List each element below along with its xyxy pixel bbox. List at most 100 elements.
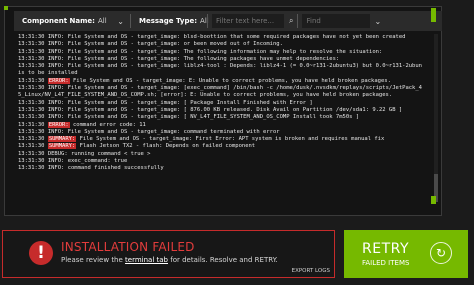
search-icon: ⌕ [289, 16, 294, 25]
log-level: DEBUG: [47, 150, 68, 157]
log-text: command error code: 11 [73, 121, 146, 128]
log-text: running command < true > [71, 150, 151, 157]
text-filter-group: ⌕ [208, 11, 297, 31]
log-timestamp: 13:31:30 [18, 136, 48, 143]
install-failed-panel: ! INSTALLATION FAILED Please review the … [2, 230, 335, 278]
message-suffix: for details. Resolve and RETRY. [170, 256, 278, 264]
find-input[interactable] [302, 14, 371, 28]
terminal-log: 13:31:30 INFO: File System and OS - targ… [18, 34, 422, 202]
log-text: File System and OS - target_image: [ NV_… [67, 114, 360, 121]
text-filter-input[interactable] [212, 14, 284, 28]
log-text: File System and OS - target_image: The f… [67, 55, 340, 62]
log-level: INFO: [47, 48, 65, 55]
find-group: ⌄ [298, 11, 381, 31]
chevron-down-icon: ⌄ [117, 16, 124, 26]
corner-accent [4, 6, 8, 10]
install-failed-message: Please review the terminal tab for detai… [61, 256, 278, 264]
log-timestamp: 13:31:30 [18, 106, 48, 113]
log-line: 13:31:30 INFO: File System and OS - targ… [18, 85, 422, 92]
log-text: File System and OS - target_image: E: Un… [73, 77, 391, 84]
log-line: 13:31:30 SUMMARY: File System and OS - t… [18, 136, 422, 143]
log-level: INFO: [47, 63, 65, 70]
log-text: File System and OS - target_image: First… [79, 136, 385, 143]
log-text: File System and OS - target_image: liblz… [67, 63, 422, 70]
log-timestamp: 13:31:30 [18, 99, 48, 106]
log-timestamp: 13:31:30 [18, 48, 48, 55]
log-level: INFO: [47, 34, 65, 40]
log-level: INFO: [47, 128, 65, 135]
export-logs-link[interactable]: EXPORT LOGS [292, 268, 330, 274]
log-text: File System and OS - target_image: or be… [67, 41, 283, 48]
corner-accent [431, 196, 436, 204]
log-text: File System and OS - target_image: [exec… [67, 85, 422, 92]
log-timestamp: 13:31:30 [18, 165, 48, 172]
component-filter-label: Component Name: [22, 17, 95, 25]
log-line: 13:31:30 DEBUG: running command < true > [18, 151, 422, 158]
error-icon: ! [29, 241, 53, 265]
component-filter[interactable]: Component Name: All ⌄ [14, 11, 130, 31]
log-level: INFO: [47, 99, 65, 106]
log-level: INFO: [47, 114, 65, 121]
log-text: Flash Jetson TX2 - flash: Depends on fai… [79, 143, 256, 150]
log-timestamp: 13:31:30 [18, 158, 48, 165]
log-text: 5_Linux/NV_L4T_FILE_SYSTEM_AND_OS_COMP.s… [18, 92, 393, 99]
log-level: ERROR: [47, 121, 70, 128]
log-timestamp: 13:31:30 [18, 128, 48, 135]
log-timestamp: 13:31:30 [18, 55, 48, 62]
retry-sublabel: FAILED ITEMS [362, 259, 410, 267]
log-level: ERROR: [47, 77, 70, 84]
log-timestamp: 13:31:30 [18, 77, 48, 84]
log-level: SUMMARY: [47, 143, 77, 150]
log-timestamp: 13:31:30 [18, 121, 48, 128]
message-prefix: Please review the [61, 256, 123, 264]
component-filter-value: All [97, 17, 107, 25]
log-level: INFO: [47, 85, 65, 92]
log-text: command finished successfully [67, 165, 164, 172]
log-timestamp: 13:31:30 [18, 63, 48, 70]
log-text: File System and OS - target_image: The f… [67, 48, 383, 55]
log-line: is to be installed [18, 70, 422, 77]
log-line: 13:31:30 INFO: exec_command: true [18, 158, 422, 165]
log-timestamp: 13:31:30 [18, 85, 48, 92]
log-text: exec_command: true [67, 158, 128, 165]
log-text: is to be installed [18, 70, 78, 77]
log-level: SUMMARY: [47, 136, 77, 143]
log-line: 13:31:30 INFO: command finished successf… [18, 165, 422, 172]
retry-label: RETRY [362, 241, 410, 257]
log-timestamp: 13:31:30 [18, 41, 48, 48]
log-line: 13:31:30 SUMMARY: Flash Jetson TX2 - fla… [18, 143, 422, 150]
log-line: 13:31:30 INFO: File System and OS - targ… [18, 56, 422, 63]
log-text: File System and OS - target_image: [ 876… [67, 106, 403, 113]
log-text: File System and OS - target_image: comma… [67, 128, 280, 135]
log-level: INFO: [47, 106, 65, 113]
log-timestamp: 13:31:30 [18, 114, 48, 121]
log-scrollbar[interactable] [434, 34, 438, 202]
log-text: File System and OS - target_image: blsd-… [67, 34, 406, 40]
log-line: 13:31:30 INFO: File System and OS - targ… [18, 49, 422, 56]
log-line: 13:31:30 INFO: File System and OS - targ… [18, 107, 422, 114]
refresh-icon: ↻ [430, 242, 452, 264]
log-line: 13:31:30 INFO: File System and OS - targ… [18, 129, 422, 136]
log-text: File System and OS - target_image: [ Pac… [67, 99, 313, 106]
log-timestamp: 13:31:30 [18, 143, 48, 150]
log-timestamp: 13:31:30 [18, 150, 48, 157]
terminal-tab-link[interactable]: terminal tab [125, 256, 168, 264]
log-line: 13:31:30 INFO: File System and OS - targ… [18, 41, 422, 48]
log-level: INFO: [47, 55, 65, 62]
chevron-down-icon[interactable]: ⌄ [374, 17, 381, 26]
message-type-filter[interactable]: Message Type: All ⌄ [131, 11, 219, 31]
log-line: 13:31:30 INFO: File System and OS - targ… [18, 63, 422, 70]
log-line: 13:31:30 ERROR: File System and OS - tar… [18, 77, 422, 85]
log-line: 13:31:30 INFO: File System and OS - targ… [18, 114, 422, 121]
log-level: INFO: [47, 41, 65, 48]
log-line: 13:31:30 INFO: File System and OS - targ… [18, 34, 422, 41]
filter-bar: Component Name: All ⌄ Message Type: All … [14, 11, 442, 31]
message-type-label: Message Type: [139, 17, 198, 25]
log-line: 13:31:30 INFO: File System and OS - targ… [18, 100, 422, 107]
log-line: 5_Linux/NV_L4T_FILE_SYSTEM_AND_OS_COMP.s… [18, 92, 422, 99]
install-failed-title: INSTALLATION FAILED [61, 240, 195, 254]
log-level: INFO: [47, 158, 65, 165]
retry-failed-items-button[interactable]: RETRY FAILED ITEMS ↻ [344, 230, 468, 278]
log-level: INFO: [47, 165, 65, 172]
corner-accent [431, 8, 436, 22]
